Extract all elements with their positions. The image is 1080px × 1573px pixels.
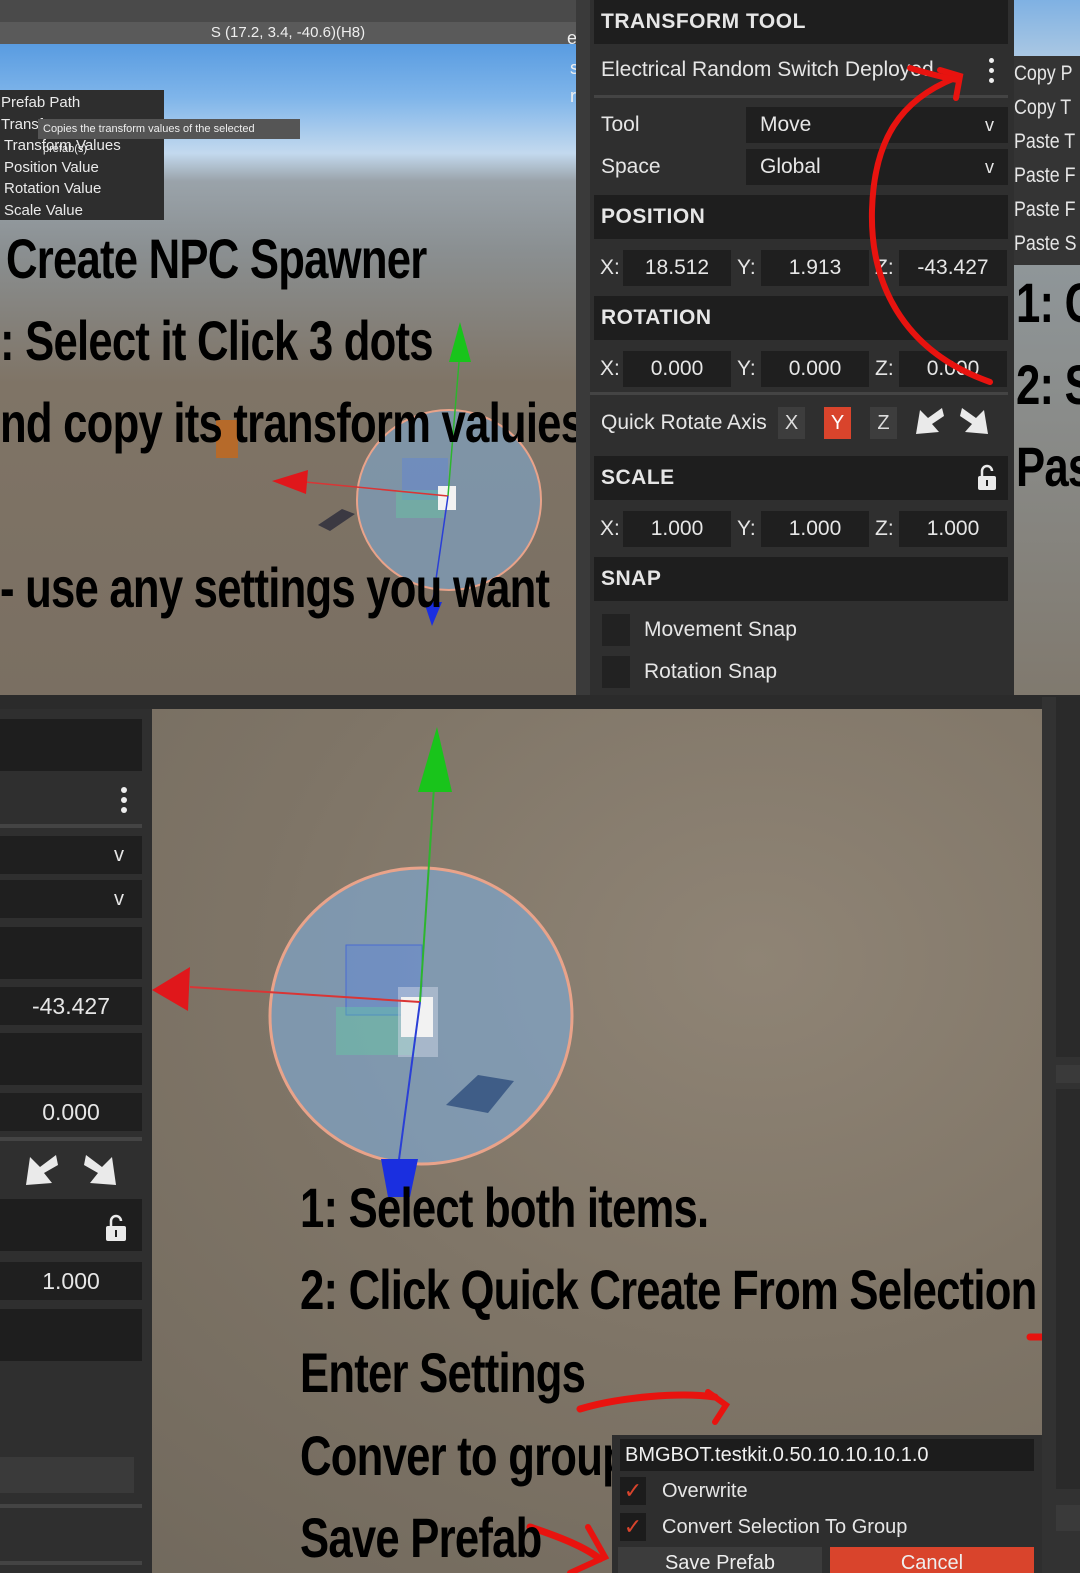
convert-to-group-checkbox[interactable]: ✓ <box>620 1513 646 1541</box>
annotation-line-4: - use any settings you want <box>0 556 550 619</box>
scale-header: SCALE <box>594 456 1008 500</box>
cancel-button[interactable]: Cancel <box>830 1547 1034 1573</box>
prefab-name-input[interactable]: BMGBOT.testkit.0.50.10.10.10.1.0 <box>620 1439 1034 1471</box>
more-options-icon[interactable] <box>117 785 131 815</box>
screenshot-divider <box>0 695 1080 709</box>
rotation-x-input[interactable]: 0.000 <box>623 351 731 387</box>
tool-select-cropped[interactable]: v <box>0 836 142 874</box>
divider <box>0 824 142 828</box>
rotate-right-icon[interactable] <box>958 404 992 438</box>
rotation-x-label: X: <box>600 357 620 380</box>
annotation-line-1: Create NPC Spawner <box>6 227 427 290</box>
rotation-y-label: Y: <box>737 357 756 380</box>
rotate-left-icon[interactable] <box>22 1151 62 1189</box>
menu-item-rotation-value[interactable]: Rotation Value <box>0 178 164 200</box>
divider <box>0 1561 142 1565</box>
annotation-fragment-3: Pas <box>1016 435 1080 498</box>
annotation-step-3: Enter Settings <box>300 1341 586 1404</box>
quick-create-prefab-dialog: BMGBOT.testkit.0.50.10.10.10.1.0 ✓ Overw… <box>612 1435 1042 1573</box>
position-x-label: X: <box>600 256 620 279</box>
space-select-cropped[interactable]: v <box>0 880 142 918</box>
scale-x-label: X: <box>600 517 620 540</box>
input-field-cropped[interactable] <box>0 1457 134 1493</box>
position-x-input[interactable]: 18.512 <box>623 250 731 286</box>
rotation-y-input[interactable]: 0.000 <box>761 351 869 387</box>
quick-rotate-z-button[interactable]: Z <box>870 407 897 439</box>
shadow <box>318 509 355 531</box>
position-y-label: Y: <box>737 256 756 279</box>
annotation-line-3: nd copy its transform valuies <box>0 391 585 454</box>
panel-title-bar <box>0 719 142 771</box>
divider <box>0 1504 142 1508</box>
right-menu-strip: Copy P Copy T Paste T Paste F Paste F Pa… <box>1014 0 1080 697</box>
menu-item-paste-transform[interactable]: Paste T <box>1014 130 1075 154</box>
annotation-arrow-curve <box>868 65 993 385</box>
annotation-arrow-1 <box>576 1391 719 1413</box>
space-label: Space <box>601 155 661 178</box>
rotate-left-icon[interactable] <box>912 404 946 438</box>
movement-snap-checkbox[interactable] <box>602 614 630 646</box>
overwrite-checkbox[interactable]: ✓ <box>620 1477 646 1505</box>
menu-item-paste-scale[interactable]: Paste S <box>1014 232 1077 256</box>
scale-z-input[interactable]: 1.000 <box>899 511 1007 547</box>
movement-snap-label: Movement Snap <box>644 618 797 641</box>
lock-open-icon[interactable] <box>976 464 998 492</box>
annotation-step-2: 2: Click Quick Create From Selection <box>300 1258 1037 1321</box>
annotation-arrowhead-1 <box>705 1389 731 1425</box>
divider <box>0 1137 142 1141</box>
chevron-down-icon: v <box>114 844 124 866</box>
snap-header: SNAP <box>594 557 1008 601</box>
save-prefab-button[interactable]: Save Prefab <box>618 1547 822 1573</box>
annotation-fragment-2: 2: S <box>1016 353 1080 416</box>
scale-y-input[interactable]: 1.000 <box>761 511 869 547</box>
rotation-snap-label: Rotation Snap <box>644 660 778 683</box>
menu-item-prefab-path[interactable]: Prefab Path <box>0 92 164 114</box>
menu-item-copy-position[interactable]: Copy P <box>1014 62 1073 86</box>
annotation-step-5: Save Prefab <box>300 1506 542 1569</box>
annotation-step-1: 1: Select both items. <box>300 1176 709 1239</box>
annotation-line-2: : Select it Click 3 dots <box>0 309 434 372</box>
gizmo-y-arrow[interactable] <box>418 727 452 792</box>
divider <box>590 392 1008 395</box>
menu-item-paste-rotation[interactable]: Paste F <box>1014 198 1076 222</box>
tooltip: Copies the transform values of the selec… <box>38 119 300 155</box>
chevron-down-icon: v <box>114 888 124 910</box>
position-y-input[interactable]: 1.913 <box>761 250 869 286</box>
rotation-header-cropped <box>0 1033 142 1085</box>
gizmo-y-arrow[interactable] <box>449 322 471 362</box>
menu-item-scale-value[interactable]: Scale Value <box>0 200 164 222</box>
rotation-snap-checkbox[interactable] <box>602 656 630 688</box>
panel-left-strip <box>576 0 590 697</box>
gizmo-x-arrow[interactable] <box>272 470 308 494</box>
lock-open-icon[interactable] <box>104 1213 128 1243</box>
tool-label: Tool <box>601 113 640 136</box>
right-panel-cropped <box>1042 697 1080 1573</box>
quick-rotate-x-button[interactable]: X <box>778 407 805 439</box>
position-z-input[interactable]: -43.427 <box>0 987 142 1025</box>
quick-rotate-y-button[interactable]: Y <box>824 407 851 439</box>
scale-y-label: Y: <box>737 517 756 540</box>
menu-item-copy-transform[interactable]: Copy T <box>1014 96 1071 120</box>
panel-title: TRANSFORM TOOL <box>594 0 1008 44</box>
quick-rotate-label: Quick Rotate Axis <box>601 411 767 434</box>
space-select-value: Global <box>760 155 821 178</box>
snap-header-cropped <box>0 1309 142 1361</box>
rotate-right-icon[interactable] <box>80 1151 120 1189</box>
annotation-fragment-1: 1: C <box>1016 271 1080 334</box>
menu-item-position-value[interactable]: Position Value <box>0 157 164 179</box>
tool-select-value: Move <box>760 113 812 136</box>
annotation-step-4: Conver to group <box>300 1424 629 1487</box>
gizmo-x-arrow[interactable] <box>152 967 190 1011</box>
scale-x-input[interactable]: 1.000 <box>623 511 731 547</box>
transform-panel-cropped: v v -43.427 0.000 1.000 <box>0 709 152 1573</box>
scale-z-label: Z: <box>875 517 894 540</box>
menu-item-paste-position[interactable]: Paste F <box>1014 164 1076 188</box>
overwrite-label: Overwrite <box>662 1480 748 1502</box>
position-header-cropped <box>0 927 142 979</box>
convert-to-group-label: Convert Selection To Group <box>662 1516 908 1538</box>
rotation-z-input[interactable]: 0.000 <box>0 1093 142 1131</box>
scale-z-input[interactable]: 1.000 <box>0 1262 142 1300</box>
